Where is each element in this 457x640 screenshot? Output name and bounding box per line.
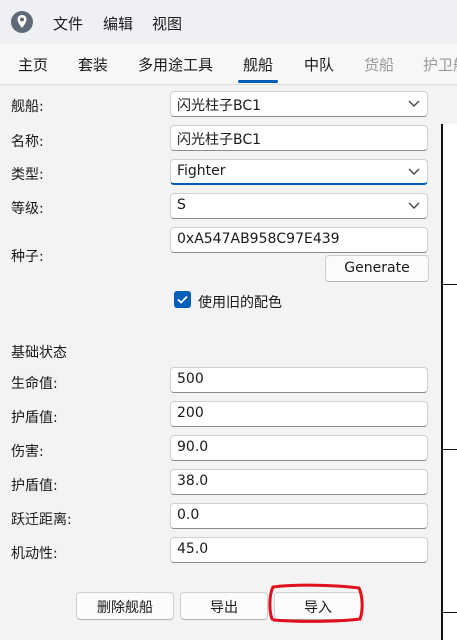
stat-label-damage: 伤害: [11, 444, 44, 460]
shield-2-value: 38.0 [177, 473, 209, 489]
menu-bar: 文件 编辑 视图 [0, 0, 457, 44]
shield-value: 200 [177, 405, 204, 421]
chevron-down-icon [408, 168, 420, 175]
maneuverability-input[interactable]: 45.0 [170, 537, 428, 563]
maneuverability-value: 45.0 [177, 541, 209, 557]
stat-label-shield-2: 护盾值: [11, 478, 58, 494]
ship-select[interactable]: 闪光柱子BC1 [170, 91, 428, 117]
health-input[interactable]: 500 [170, 367, 428, 393]
type-label: 类型: [11, 167, 44, 183]
menu-file[interactable]: 文件 [53, 13, 83, 34]
side-panel-divider [441, 612, 457, 613]
side-panel-divider [441, 449, 457, 450]
tab-ships[interactable]: 舰船 [243, 54, 273, 75]
type-select[interactable]: Fighter [170, 159, 428, 185]
tab-squadron[interactable]: 中队 [304, 54, 334, 75]
grade-select-value: S [177, 197, 186, 213]
generate-button-label: Generate [344, 260, 410, 276]
seed-input-value: 0xA547AB958C97E439 [177, 231, 340, 247]
export-button[interactable]: 导出 [180, 592, 268, 620]
stat-label-warp-range: 跃迁距离: [11, 512, 72, 528]
old-colors-label[interactable]: 使用旧的配色 [198, 292, 282, 312]
tab-bar: 主页 套装 多用途工具 舰船 中队 货船 护卫舰 [0, 44, 457, 85]
shield-input[interactable]: 200 [170, 401, 428, 427]
type-select-value: Fighter [177, 163, 226, 179]
tab-home[interactable]: 主页 [18, 54, 48, 75]
stat-label-health: 生命值: [11, 376, 58, 392]
app-window: 文件 编辑 视图 主页 套装 多用途工具 舰船 中队 货船 护卫舰 舰船: 闪光… [0, 0, 457, 640]
name-input[interactable]: 闪光柱子BC1 [170, 125, 428, 151]
app-logo-icon [11, 11, 33, 33]
ship-select-value: 闪光柱子BC1 [177, 98, 262, 114]
export-button-label: 导出 [210, 600, 238, 616]
damage-input[interactable]: 90.0 [170, 435, 428, 461]
grade-select[interactable]: S [170, 193, 428, 219]
warp-range-input[interactable]: 0.0 [170, 503, 428, 529]
base-stats-title: 基础状态 [11, 345, 67, 361]
tab-freighter[interactable]: 货船 [364, 54, 394, 75]
seed-input[interactable]: 0xA547AB958C97E439 [170, 227, 428, 253]
menu-view[interactable]: 视图 [152, 13, 182, 34]
grade-label: 等级: [11, 201, 44, 217]
annotation-circle [268, 583, 364, 623]
side-panel [441, 124, 457, 640]
active-tab-indicator [238, 80, 278, 83]
delete-ship-button[interactable]: 删除舰船 [76, 592, 174, 620]
chevron-down-icon [408, 100, 420, 107]
check-icon [177, 295, 188, 304]
name-input-value: 闪光柱子BC1 [177, 132, 262, 148]
shield-2-input[interactable]: 38.0 [170, 469, 428, 495]
health-value: 500 [177, 371, 204, 387]
name-label: 名称: [11, 134, 44, 150]
generate-button[interactable]: Generate [325, 255, 429, 282]
side-panel-divider [441, 284, 457, 285]
seed-label: 种子: [11, 249, 44, 265]
tab-multitool[interactable]: 多用途工具 [138, 54, 213, 75]
stat-label-shield: 护盾值: [11, 410, 58, 426]
old-colors-checkbox[interactable] [174, 291, 191, 308]
tab-frigate[interactable]: 护卫舰 [423, 54, 457, 75]
ship-label: 舰船: [11, 99, 44, 115]
stat-label-maneuverability: 机动性: [11, 546, 58, 562]
damage-value: 90.0 [177, 439, 209, 455]
warp-range-value: 0.0 [177, 507, 200, 523]
tab-loadout[interactable]: 套装 [78, 54, 108, 75]
delete-ship-button-label: 删除舰船 [97, 600, 153, 616]
chevron-down-icon [408, 202, 420, 209]
menu-edit[interactable]: 编辑 [103, 13, 133, 34]
